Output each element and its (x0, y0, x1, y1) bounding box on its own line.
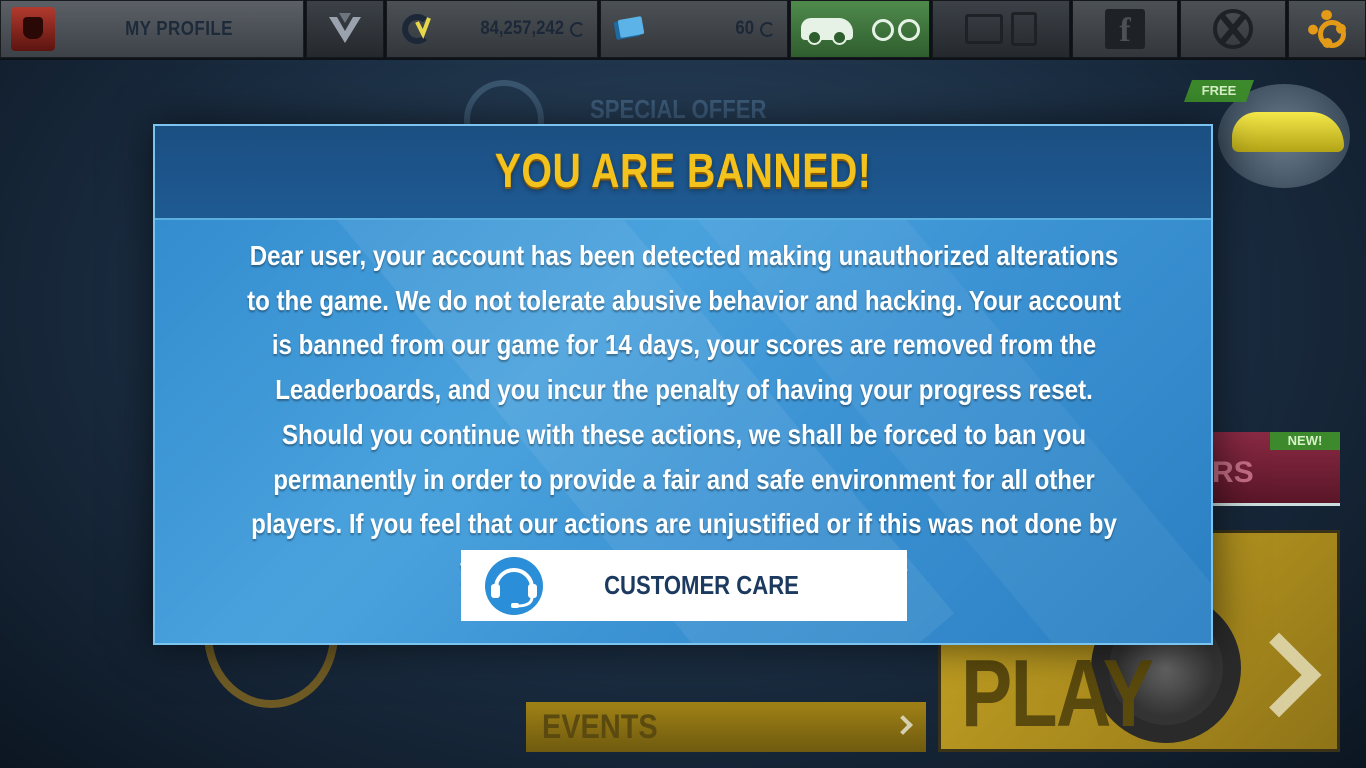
new-mode-tile: NEW! RS (1200, 432, 1340, 506)
tokens-counter[interactable]: 60 (600, 0, 788, 58)
tokens-value: 60 (735, 18, 754, 39)
xbox-icon (1213, 9, 1253, 49)
shop-icon (965, 14, 1003, 44)
tokens-refresh-icon (760, 21, 775, 37)
rank-icon (329, 13, 361, 43)
avatar-icon (11, 7, 55, 51)
events-button: EVENTS (526, 702, 926, 752)
special-offer-label: SPECIAL OFFER (590, 94, 767, 124)
chevron-right-icon (893, 715, 913, 735)
rank-button[interactable] (306, 0, 384, 58)
gear-icon (1308, 10, 1346, 48)
card-icon (1011, 12, 1037, 46)
facebook-button[interactable]: f (1072, 0, 1178, 58)
top-bar: MY PROFILE 84,257,242 60 f (0, 0, 1366, 60)
my-profile-label: MY PROFILE (125, 17, 233, 40)
play-label: PLAY (961, 640, 1154, 747)
new-mode-label: RS (1212, 456, 1254, 489)
free-tag-label: FREE (1201, 83, 1237, 98)
credits-value: 84,257,242 (480, 18, 564, 39)
dialog-message: Dear user, your account has been detecte… (247, 240, 1121, 584)
headset-icon (485, 556, 543, 615)
garage-button[interactable] (790, 0, 930, 58)
xbox-button[interactable] (1180, 0, 1286, 58)
free-tag: FREE (1183, 80, 1255, 102)
ban-dialog: YOU ARE BANNED! Dear user, your account … (153, 124, 1213, 645)
bike-icon (871, 17, 920, 41)
car-icon (800, 18, 853, 45)
shop-button[interactable] (932, 0, 1070, 58)
free-car-tile: FREE (1183, 78, 1364, 190)
new-tag: NEW! (1270, 432, 1340, 450)
customer-care-button[interactable]: CUSTOMER CARE (461, 550, 907, 621)
dialog-header: YOU ARE BANNED! (155, 126, 1211, 220)
my-profile-button[interactable]: MY PROFILE (0, 0, 304, 58)
credits-refresh-icon (570, 21, 585, 37)
credits-icon (402, 14, 431, 44)
dialog-title: YOU ARE BANNED! (494, 145, 872, 198)
free-car-image (1232, 112, 1344, 152)
credits-counter[interactable]: 84,257,242 (386, 0, 598, 58)
settings-button[interactable] (1288, 0, 1366, 58)
events-label: EVENTS (542, 708, 658, 746)
facebook-icon: f (1105, 9, 1145, 49)
play-arrow-icon (1236, 632, 1322, 718)
customer-care-label: CUSTOMER CARE (604, 570, 799, 600)
tokens-icon (613, 16, 645, 40)
